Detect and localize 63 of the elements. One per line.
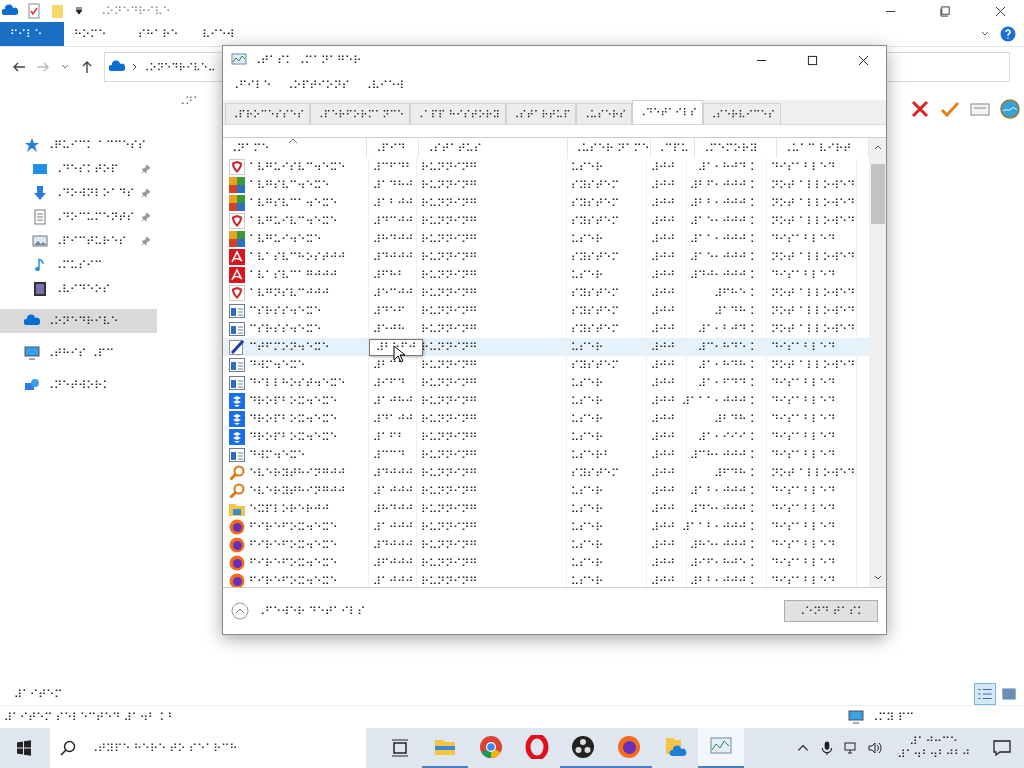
tab[interactable]: ⠠⠏⠑⠗⠋⠕⠗⠍⠁⠝⠉⠑ [310,103,411,124]
table-row[interactable]: ⠑⠧⠑⠗⠽⠞⠓⠊⠝⠛⠚⠚ ⠼⠙⠚⠚⠚ ⠗⠥⠝⠝⠊⠝⠛ ⠎⠽⠎⠞⠑⠍ ⠼⠚⠚ ⠼⠋⠙⠓ ⠅ ⠝⠕⠞ ⠁⠇⠇⠕⠺⠑⠙ [223,464,869,482]
tab[interactable]: ⠠⠥⠎⠑⠗⠎ [576,103,633,124]
table-row[interactable]: ⠋⠊⠗⠑⠋⠕⠭⠲⠑⠭⠑ ⠼⠋⠚⠚⠚ ⠗⠥⠝⠝⠊⠝⠛ ⠥⠎⠑⠗ ⠼⠚⠚ ⠼⠊⠋⠂⠓⠚⠑ ⠅ ⠙⠊⠎⠁⠃⠇⠑⠙ [223,554,869,572]
sidebar-item[interactable]: ⠠⠍⠥⠎⠊⠉ [0,253,157,277]
sidebar-item[interactable]: ⠠⠕⠝⠑⠙⠗⠊⠧⠑ [0,309,157,333]
menu-item[interactable]: ⠠⠋⠊⠇⠑ [231,78,272,92]
table-row[interactable]: ⠋⠊⠗⠑⠋⠕⠭⠲⠑⠭⠑ ⠼⠁⠚⠚⠚ ⠗⠥⠝⠝⠊⠝⠛ ⠥⠎⠑⠗ ⠼⠚⠚ ⠼⠁⠁⠃⠂⠚⠚⠚ ⠅ ⠙⠊⠎⠁⠃⠇⠑⠙ [223,518,869,536]
table-row[interactable]: ⠋⠊⠗⠑⠋⠕⠭⠲⠑⠭⠑ ⠼⠁⠚⠚⠚ ⠗⠥⠝⠝⠊⠝⠛ ⠥⠎⠑⠗ ⠼⠚⠚ ⠼⠃⠃⠂⠚⠚⠚ ⠅ ⠙⠊⠎⠁⠃⠇⠑⠙ [223,572,869,587]
column-header[interactable]: ⠠⠏⠊⠙ [367,138,420,158]
table-row[interactable]: ⠑⠧⠑⠗⠽⠞⠓⠊⠝⠛⠚⠚ ⠼⠁⠚⠚⠚ ⠗⠥⠝⠝⠊⠝⠛ ⠥⠎⠑⠗ ⠼⠚⠚ ⠼⠁⠃⠂⠚⠚⠚ ⠅ ⠙⠊⠎⠁⠃⠇⠑⠙ [223,482,869,500]
ribbon-tab[interactable]: ⠧⠊⠑⠺ [192,22,257,46]
tab[interactable]: ⠠⠙⠑⠞⠁⠊⠇⠎ [632,100,704,124]
tab[interactable]: ⠠⠁⠏⠏ ⠓⠊⠎⠞⠕⠗⠽ [410,103,506,124]
item-count: ⠼⠁⠊⠞⠑⠍ [14,687,63,701]
sidebar-item[interactable]: ⠠⠙⠕⠺⠝⠇⠕⠁⠙⠎ [0,181,157,205]
table-row[interactable]: ⠙⠗⠕⠏⠃⠕⠭⠲⠑⠭⠑ ⠼⠁⠚⠓⠚ ⠗⠥⠝⠝⠊⠝⠛ ⠥⠎⠑⠗ ⠼⠚⠚ ⠼⠁⠁⠁⠂⠚⠚⠚ ⠅ ⠙⠊⠎⠁⠃⠇⠑⠙ [223,392,869,410]
window-title: ⠠⠞⠁⠎⠅ ⠠⠍⠁⠝⠁⠛⠑⠗ [253,53,362,67]
tab[interactable]: ⠠⠏⠗⠕⠉⠑⠎⠎⠑⠎ [225,103,311,124]
column-header[interactable]: ⠠⠎⠞⠁⠞⠥⠎ [419,138,568,158]
sidebar-item[interactable]: ⠠⠞⠓⠊⠎ ⠠⠏⠉ [0,341,157,365]
table-row[interactable]: ⠋⠊⠗⠑⠋⠕⠭⠲⠑⠭⠑ ⠼⠙⠚⠚⠚ ⠗⠥⠝⠝⠊⠝⠛ ⠥⠎⠑⠗ ⠼⠚⠚ ⠼⠓⠑⠂⠚⠚⠚ ⠅ ⠙⠊⠎⠁⠃⠇⠑⠙ [223,536,869,554]
tooltip: ⠼⠃⠑⠋⠚ [369,339,424,356]
sidebar-item[interactable]: ⠠⠏⠊⠉⠞⠥⠗⠑⠎ [0,229,157,253]
table-row[interactable]: ⠁⠧⠛⠎⠧⠉⠲⠑⠭⠑ ⠼⠁⠙⠓⠚ ⠗⠥⠝⠝⠊⠝⠛ ⠎⠽⠎⠞⠑⠍ ⠼⠚⠚ ⠼⠃⠋⠂⠚⠚⠚ ⠅ ⠝⠕⠞ ⠁⠇⠇⠕⠺⠑⠙ [223,176,869,194]
column-header[interactable]: ⠠⠉⠏⠥ [650,138,696,158]
menu-item[interactable]: ⠠⠕⠏⠞⠊⠕⠝⠎ [285,78,350,92]
sidebar-item[interactable]: ⠠⠟⠥⠊⠉⠅ ⠁⠉⠉⠑⠎⠎ [0,133,157,157]
table-row[interactable]: ⠙⠺⠍⠲⠑⠭⠑ ⠼⠉⠉⠙ ⠗⠥⠝⠝⠊⠝⠛ ⠥⠎⠑⠗⠃ ⠼⠚⠚ ⠼⠉⠓⠂⠚⠚⠚ ⠅ ⠙⠊⠎⠁⠃⠇⠑⠙ [223,446,869,464]
search-field[interactable]: ⠠⠞⠽⠏⠑ ⠓⠑⠗⠑ ⠞⠕ ⠎⠑⠁⠗⠉⠓ [50,728,366,768]
table-row[interactable]: ⠙⠗⠕⠏⠃⠕⠭⠲⠑⠭⠑ ⠼⠁⠋⠃ ⠗⠥⠝⠝⠊⠝⠛ ⠥⠎⠑⠗ ⠼⠚⠚ ⠼⠁⠂⠊⠊⠊ ⠅ ⠙⠊⠎⠁⠃⠇⠑⠙ [223,428,869,446]
table-row[interactable]: ⠙⠊⠇⠇⠓⠕⠎⠞⠲⠑⠭⠑ ⠼⠊⠋⠙ ⠗⠥⠝⠝⠊⠝⠛ ⠥⠎⠑⠗ ⠼⠚⠚ ⠼⠁⠂⠋⠙⠙ ⠅ ⠙⠊⠎⠁⠃⠇⠑⠙ [223,374,869,392]
ribbon-tab[interactable]: ⠓⠕⠍⠑ [64,22,128,46]
menu-item[interactable]: ⠠⠧⠊⠑⠺ [363,78,405,92]
table-row[interactable]: ⠁⠧⠛⠥⠊⠧⠉⠲⠑⠭⠑ ⠼⠙⠉⠚⠚ ⠗⠥⠝⠝⠊⠝⠛ ⠎⠽⠎⠞⠑⠍ ⠼⠚⠚ ⠼⠁⠑⠂⠚⠚⠚ ⠅ ⠝⠕⠞ ⠁⠇⠇⠕⠺⠑⠙ [223,212,869,230]
table-row[interactable]: ⠁⠧⠛⠝⠎⠧⠉⠚⠚⠚ ⠼⠑⠉⠚⠚ ⠗⠥⠝⠝⠊⠝⠛ ⠎⠽⠎⠞⠑⠍ ⠼⠚⠚ ⠼⠋⠓⠑ ⠅ ⠝⠕⠞ ⠁⠇⠇⠕⠺⠑⠙ [223,284,869,302]
table-row[interactable]: ⠁⠧⠛⠥⠊⠎⠧⠉⠲⠑⠭⠑ ⠼⠉⠋⠙⠃ ⠗⠥⠝⠝⠊⠝⠛ ⠥⠎⠑⠗ ⠼⠚⠚ ⠼⠁⠂⠓⠚⠙ ⠅ ⠙⠊⠎⠁⠃⠇⠑⠙ [223,158,869,176]
status-text: ⠼⠁⠊⠞⠑⠍ ⠎⠑⠇⠑⠉⠞⠑⠙ ⠼⠁⠲⠃ ⠅⠃ [4,710,176,724]
window-title: ⠠⠕⠝⠑⠙⠗⠊⠧⠑ [97,4,171,18]
column-header[interactable]: ⠠⠥⠎⠑⠗ ⠝⠁⠍⠑ [567,138,651,158]
table-row[interactable]: ⠑⠭⠏⠇⠕⠗⠑⠗⠚⠚ ⠼⠓⠙⠚⠚ ⠗⠥⠝⠝⠊⠝⠛ ⠥⠎⠑⠗ ⠼⠚⠚ ⠼⠙⠑⠂⠚⠚⠚ ⠅ ⠙⠊⠎⠁⠃⠇⠑⠙ [223,500,869,518]
table-row[interactable]: ⠙⠺⠍⠲⠑⠭⠑ ⠼⠃⠉⠁ ⠗⠥⠝⠝⠊⠝⠛ ⠎⠽⠎⠞⠑⠍ ⠼⠚⠚ ⠼⠁⠂⠓⠙⠓ ⠅ ⠝⠕⠞ ⠁⠇⠇⠕⠺⠑⠙ [223,356,869,374]
ribbon-tab[interactable]: ⠋⠊⠇⠑ [0,22,64,46]
status-location: ⠠⠍⠽ ⠏⠉ [870,710,914,724]
column-header[interactable]: ⠠⠝⠁ [177,95,202,108]
ribbon-tab[interactable]: ⠎⠓⠁⠗⠑ [128,22,193,46]
tab[interactable]: ⠠⠎⠞⠁⠗⠞⠥⠏ [505,103,577,124]
table-row[interactable]: ⠙⠗⠕⠏⠃⠕⠭⠲⠑⠭⠑ ⠼⠙⠁⠚⠚ ⠗⠥⠝⠝⠊⠝⠛ ⠥⠎⠑⠗ ⠼⠚⠚ ⠼⠃⠙⠓ ⠅ ⠙⠊⠎⠁⠃⠇⠑⠙ [223,410,869,428]
table-row[interactable]: ⠁⠧⠛⠎⠧⠉⠁⠲⠑⠭⠑ ⠼⠁⠃⠚⠚ ⠗⠥⠝⠝⠊⠝⠛ ⠎⠽⠎⠞⠑⠍ ⠼⠚⠚ ⠼⠃⠃⠂⠚⠚⠚ ⠅ ⠝⠕⠞ ⠁⠇⠇⠕⠺⠑⠙ [223,194,869,212]
sidebar-item[interactable]: ⠠⠙⠕⠉⠥⠍⠑⠝⠞⠎ [0,205,157,229]
table-row[interactable]: ⠁⠧⠁⠎⠧⠉⠓⠕⠎⠞⠚⠚ ⠼⠙⠚⠚⠚ ⠗⠥⠝⠝⠊⠝⠛ ⠎⠽⠎⠞⠑⠍ ⠼⠚⠚ ⠼⠁⠑⠂⠚⠚⠚ ⠅ ⠝⠕⠞ ⠁⠇⠇⠕⠺⠑⠙ [223,248,869,266]
table-row[interactable]: ⠁⠧⠁⠎⠧⠉⠁⠛⠚⠚⠚ ⠼⠋⠓⠃ ⠗⠥⠝⠝⠊⠝⠛ ⠥⠎⠑⠗ ⠼⠚⠚ ⠼⠙⠚⠂⠚⠚⠚ ⠅ ⠙⠊⠎⠁⠃⠇⠑⠙ [223,266,869,284]
clock[interactable]: ⠼⠁⠚⠒⠉⠑ ⠼⠁⠲⠃⠲⠃⠚⠃⠚ [897,735,970,761]
fewer-details-link[interactable]: ⠠⠋⠑⠺⠑⠗ ⠙⠑⠞⠁⠊⠇⠎ [257,604,366,618]
tab[interactable]: ⠠⠎⠑⠗⠧⠊⠉⠑⠎ [703,103,781,124]
table-row[interactable]: ⠉⠎⠗⠎⠎⠲⠑⠭⠑ ⠼⠙⠑⠋ ⠗⠥⠝⠝⠊⠝⠛ ⠎⠽⠎⠞⠑⠍ ⠼⠚⠚ ⠼⠁⠙⠓ ⠅ ⠝⠕⠞ ⠁⠇⠇⠕⠺⠑⠙ [223,302,869,320]
sidebar-item[interactable]: ⠠⠙⠑⠎⠅⠞⠕⠏ [0,157,157,181]
column-header[interactable]: ⠠⠍⠑⠍⠕⠗⠽ [695,138,778,158]
end-task-button[interactable]: ⠠⠑⠝⠙ ⠞⠁⠎⠅ [784,600,878,622]
table-row[interactable]: ⠁⠧⠛⠥⠊⠲⠑⠭⠑ ⠼⠓⠙⠚⠚ ⠗⠥⠝⠝⠊⠝⠛ ⠥⠎⠑⠗ ⠼⠚⠚ ⠼⠁⠁⠂⠚⠚⠚ ⠅ ⠙⠊⠎⠁⠃⠇⠑⠙ [223,230,869,248]
sidebar-item[interactable]: ⠠⠝⠑⠞⠺⠕⠗⠅ [0,373,157,397]
sidebar-item[interactable]: ⠠⠧⠊⠙⠑⠕⠎ [0,277,157,301]
column-header[interactable]: ⠠⠝⠁⠍⠑ [223,138,368,158]
